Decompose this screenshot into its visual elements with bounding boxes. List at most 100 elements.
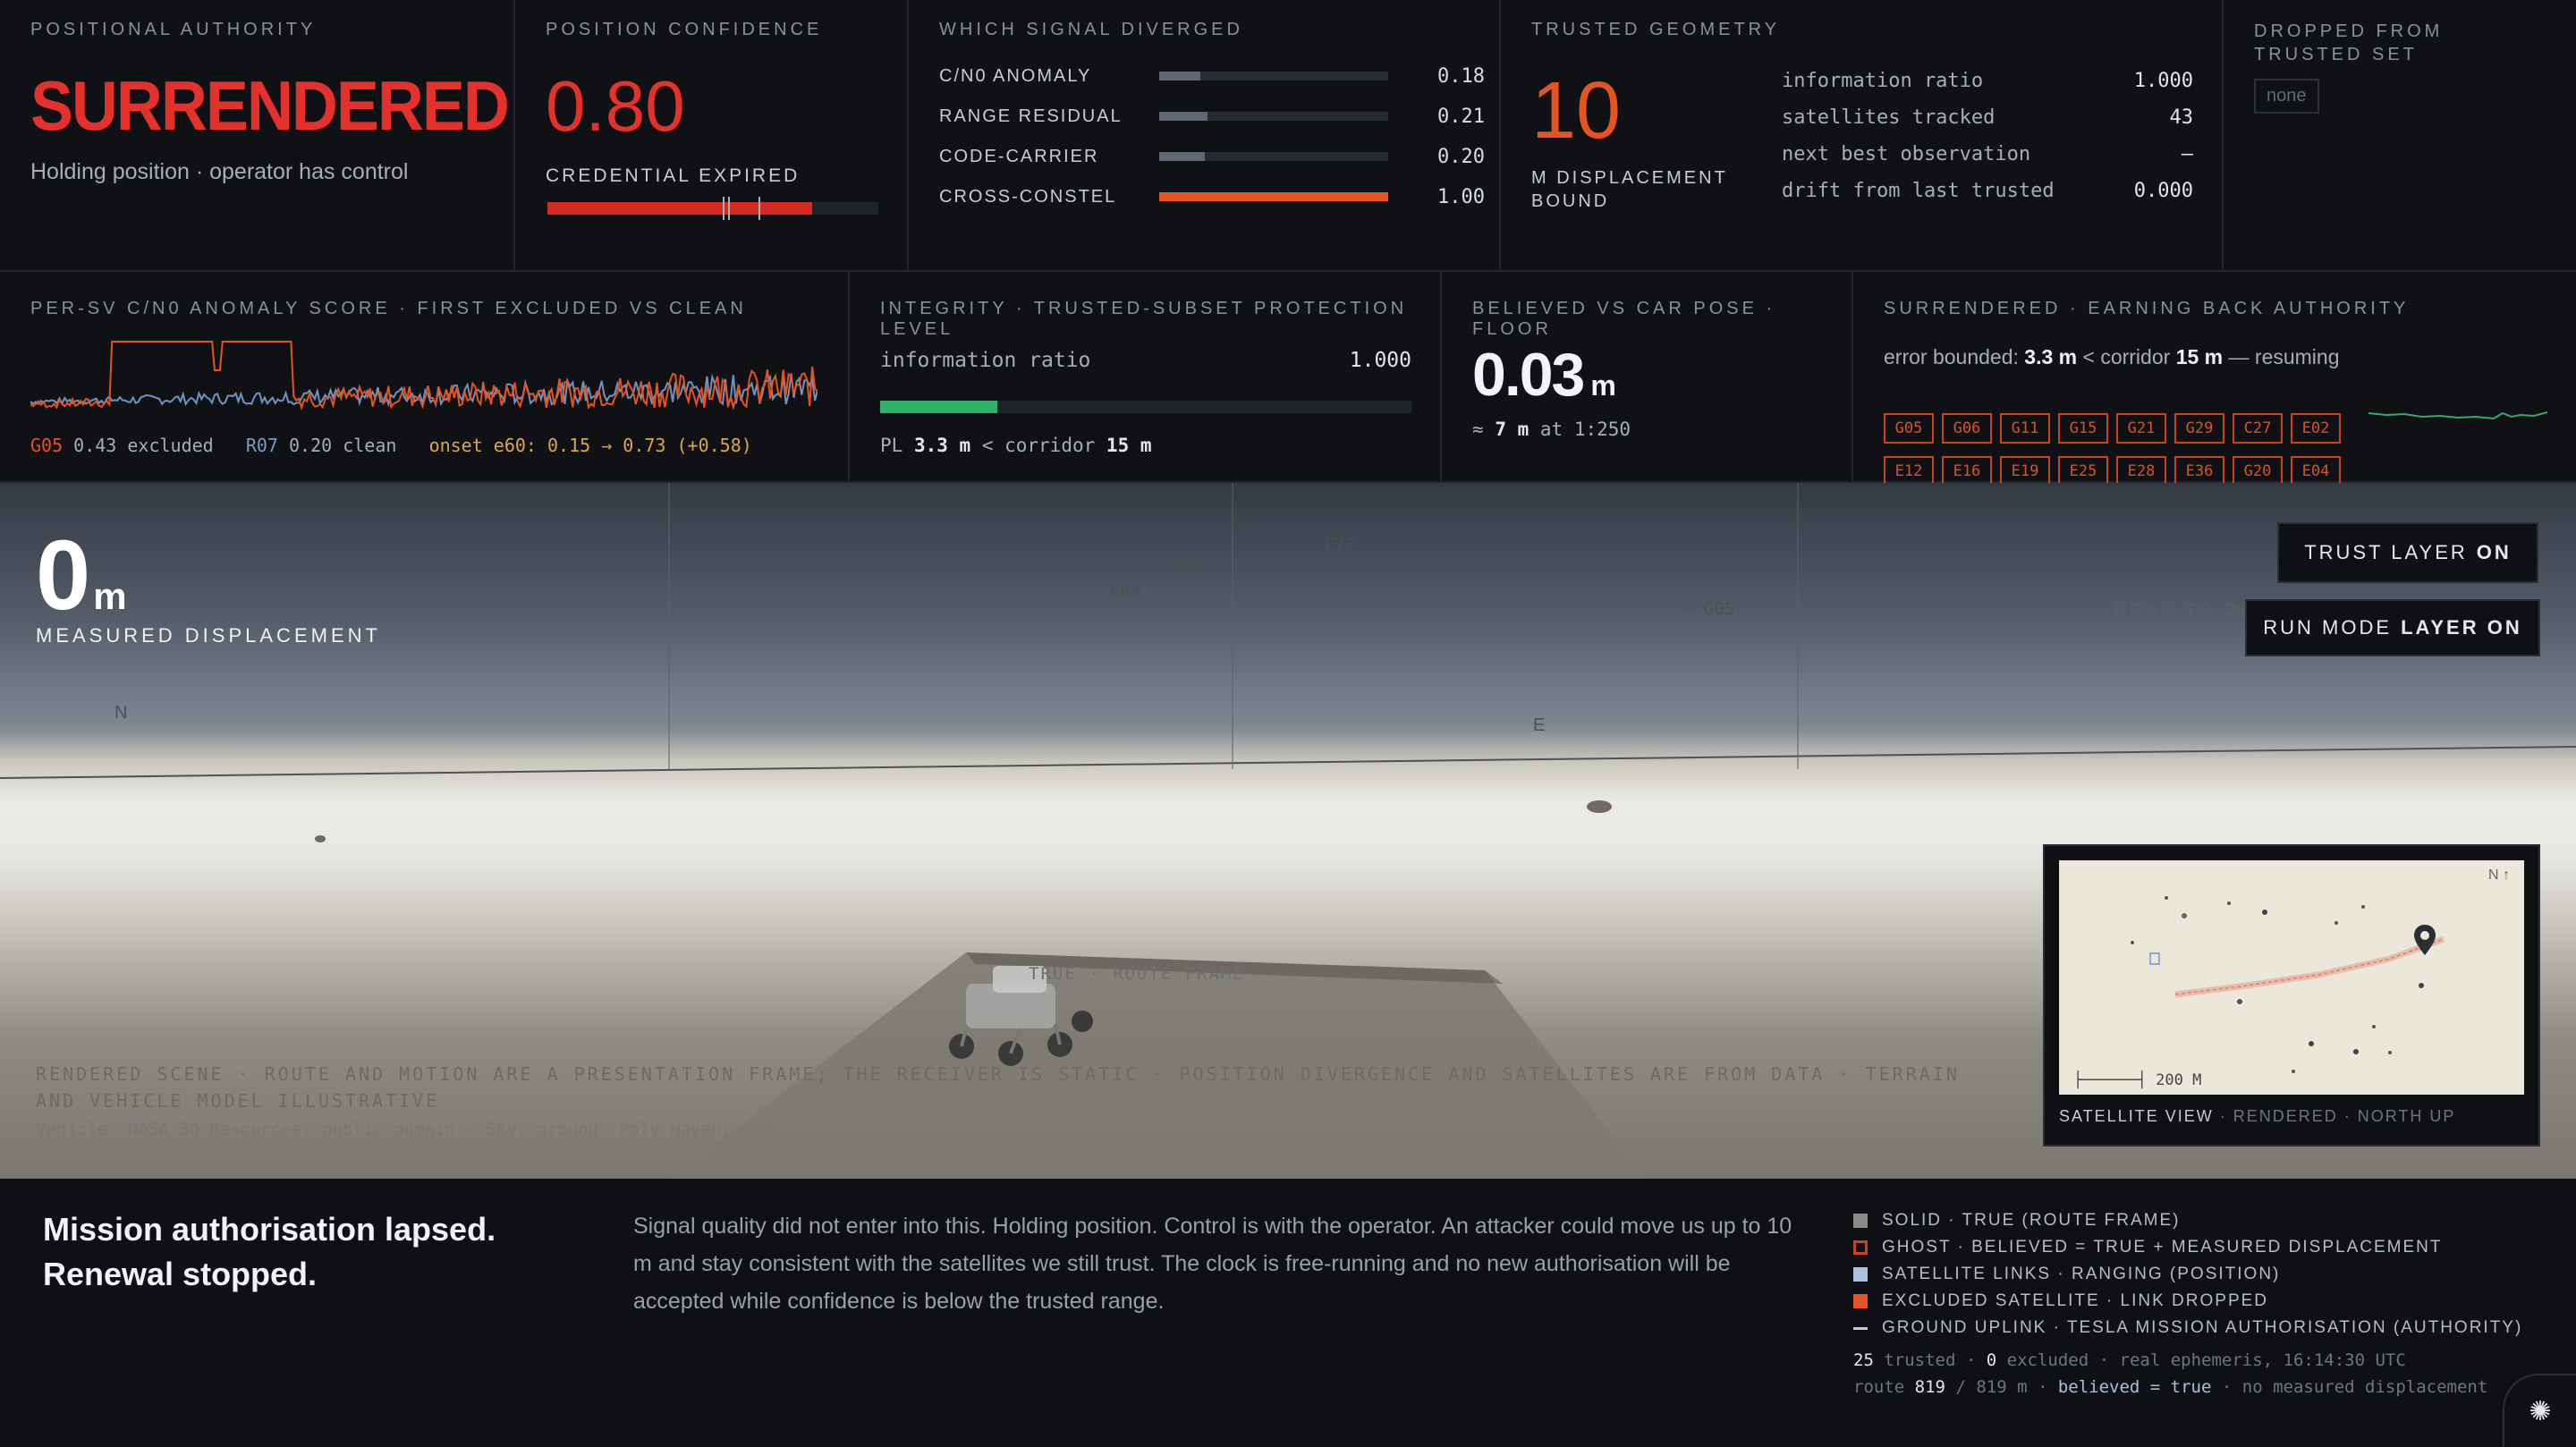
- signal-bar-fill: [1159, 112, 1208, 121]
- satellite-chip[interactable]: C27: [2233, 413, 2283, 444]
- legend-swatch: [1853, 1267, 1868, 1282]
- run-mode-label: RUN MODE: [2263, 616, 2393, 639]
- integrity-bar-fill: [880, 401, 997, 413]
- earn-back-text: error bounded: 3.3 m < corridor 15 m — r…: [1884, 342, 2349, 373]
- rock: [315, 835, 326, 842]
- pose-sub-value: 7 m: [1495, 419, 1530, 440]
- trusted-text: trusted: [1884, 1350, 1956, 1370]
- geometry-row: drift from last trusted 0.000: [1782, 180, 2193, 202]
- status-panel-row: POSITIONAL AUTHORITY SURRENDERED Holding…: [0, 0, 2576, 272]
- minimap-caption-sub: · RENDERED · NORTH UP: [2213, 1107, 2456, 1125]
- summary-title: Mission authorisation lapsed. Renewal st…: [43, 1211, 496, 1292]
- signal-bar: [1159, 192, 1388, 201]
- signal-name: RANGE RESIDUAL: [939, 106, 1123, 126]
- satellite-chip[interactable]: G15: [2058, 413, 2108, 444]
- trust-layer-label: TRUST LAYER: [2304, 541, 2468, 563]
- confidence-cell: POSITION CONFIDENCE 0.80 CREDENTIAL EXPI…: [515, 0, 909, 272]
- run-mode-toggle[interactable]: RUN MODE LAYER ON: [2245, 599, 2540, 656]
- pose-sub-suffix: at 1:250: [1539, 419, 1631, 440]
- signal-name: CROSS-CONSTEL: [939, 186, 1117, 207]
- clean-sv: R07: [245, 435, 278, 456]
- scene-viewport[interactable]: 0m MEASURED DISPLACEMENT G20 E04 C27 G05…: [0, 483, 2576, 1179]
- pose-cell: BELIEVED VS CAR POSE · FLOOR 0.03 m ≈ 7 m…: [1442, 272, 1853, 483]
- pose-unit: m: [1590, 369, 1616, 402]
- legend-swatch: [1853, 1240, 1868, 1255]
- menu-fab-button[interactable]: ✺: [2503, 1374, 2576, 1447]
- satellite-chip[interactable]: G05: [1884, 413, 1934, 444]
- confidence-tick: [758, 197, 760, 220]
- dropped-cell: DROPPED FROM TRUSTED SET none: [2224, 0, 2576, 272]
- satellite-marker[interactable]: G05: [1683, 599, 1734, 619]
- satellite-chip[interactable]: G21: [2116, 413, 2166, 444]
- signal-value: 0.21: [1437, 105, 1485, 128]
- geometry-row: next best observation –: [1782, 143, 2193, 165]
- earn-back-sparkline: [2368, 411, 2547, 420]
- satellite-marker[interactable]: E04: [1089, 581, 1140, 601]
- route-trace: [2174, 935, 2445, 998]
- geometry-row: satellites tracked 43: [1782, 106, 2193, 129]
- satellite-marker[interactable]: G20: [1154, 556, 1205, 576]
- satellite-chip[interactable]: G06: [1942, 413, 1992, 444]
- satellite-chip[interactable]: E02: [2291, 413, 2341, 444]
- earn-text-a: error bounded:: [1884, 345, 2025, 368]
- displacement-number: 0: [36, 520, 90, 630]
- satellite-marker[interactable]: C27: [1304, 535, 1355, 554]
- signal-bar: [1159, 152, 1388, 161]
- geometry-key: satellites tracked: [1782, 106, 1996, 129]
- signal-bar: [1159, 112, 1388, 121]
- satellite-chip[interactable]: E12: [1884, 456, 1934, 487]
- legend-swatch: [1853, 1294, 1868, 1308]
- satellite-chip[interactable]: E16: [1942, 456, 1992, 487]
- north-indicator: N ↑: [2488, 867, 2510, 883]
- earn-corridor: 15 m: [2175, 345, 2224, 368]
- signal-label: WHICH SIGNAL DIVERGED: [939, 20, 1243, 39]
- confidence-value: 0.80: [546, 66, 685, 146]
- integrity-bar: [880, 401, 1411, 413]
- legend-item: SATELLITE LINKS · RANGING (POSITION): [1853, 1261, 2551, 1288]
- earn-back-cell: SURRENDERED · EARNING BACK AUTHORITY err…: [1853, 272, 2576, 487]
- signal-value: 0.20: [1437, 145, 1485, 168]
- pose-subtitle: ≈ 7 m at 1:250: [1472, 419, 1631, 440]
- integrity-row-value: 1.000: [1349, 349, 1411, 372]
- geometry-value-cell: 1.000: [2133, 70, 2193, 92]
- start-marker: [2149, 952, 2160, 965]
- satellite-chip[interactable]: G11: [2000, 413, 2050, 444]
- geometry-row: information ratio 1.000: [1782, 70, 2193, 92]
- route-total: / 819 m: [1955, 1377, 2028, 1397]
- satellite-chip[interactable]: E04: [2291, 456, 2341, 487]
- geometry-cell: TRUSTED GEOMETRY 10 M DISPLACEMENT BOUND…: [1501, 0, 2224, 272]
- trusted-count: 25: [1853, 1350, 1874, 1370]
- dropped-chip: none: [2254, 79, 2319, 114]
- geometry-key: next best observation: [1782, 143, 2031, 165]
- confidence-bar: [547, 197, 878, 220]
- measured-displacement-value: 0m: [36, 519, 127, 632]
- earn-text-b: < corridor: [2077, 345, 2176, 368]
- route-text: route: [1853, 1377, 1905, 1397]
- trust-layer-toggle[interactable]: TRUST LAYER ON: [2277, 522, 2538, 583]
- map-scale-label: 200 M: [2156, 1071, 2202, 1089]
- earn-bound: 3.3 m: [2024, 345, 2078, 368]
- legend-stats-line-2: route 819 / 819 m · believed = true · no…: [1853, 1377, 2488, 1397]
- satellite-chip[interactable]: E36: [2174, 456, 2224, 487]
- signal-row: C/N0 ANOMALY 0.18: [939, 63, 1485, 89]
- satellite-chip[interactable]: E28: [2116, 456, 2166, 487]
- authority-value: SURRENDERED: [30, 66, 510, 145]
- geometry-label: TRUSTED GEOMETRY: [1531, 20, 1781, 39]
- dropped-label: DROPPED FROM TRUSTED SET: [2254, 21, 2444, 64]
- satellite-chip[interactable]: E25: [2058, 456, 2108, 487]
- satellite-chip[interactable]: G20: [2233, 456, 2283, 487]
- minimap-area[interactable]: N ↑ ├──────┤ 200 M: [2059, 860, 2524, 1095]
- per-sv-cell: PER-SV C/N0 ANOMALY SCORE · FIRST EXCLUD…: [0, 272, 850, 483]
- displacement-unit: m: [93, 575, 127, 617]
- per-sv-sparkline: [30, 341, 818, 411]
- satellite-minimap[interactable]: N ↑ ├──────┤ 200 M SATELLITE VIEW · REND…: [2043, 844, 2540, 1147]
- measured-displacement-label: MEASURED DISPLACEMENT: [36, 624, 381, 647]
- satellite-chip[interactable]: G29: [2174, 413, 2224, 444]
- confidence-label: POSITION CONFIDENCE: [546, 20, 823, 39]
- signal-row: CROSS-CONSTEL 1.00: [939, 183, 1485, 210]
- satellite-chip[interactable]: E19: [2000, 456, 2050, 487]
- signal-value: 1.00: [1437, 185, 1485, 208]
- signal-cell: WHICH SIGNAL DIVERGED C/N0 ANOMALY 0.18 RA…: [909, 0, 1501, 272]
- signal-row: CODE-CARRIER 0.20: [939, 143, 1485, 170]
- pose-value: 0.03 m: [1472, 340, 1616, 410]
